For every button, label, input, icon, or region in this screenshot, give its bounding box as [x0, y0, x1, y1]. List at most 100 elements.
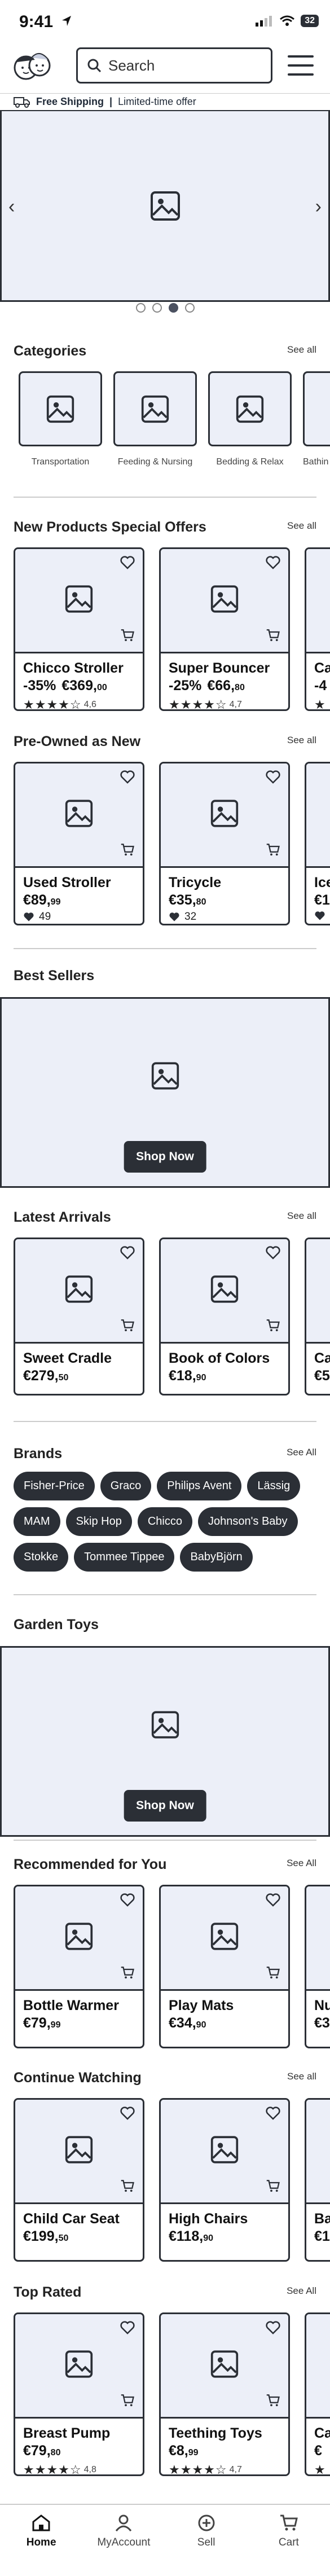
category-card[interactable]: [19, 371, 102, 446]
carousel-prev-button[interactable]: ‹: [8, 196, 15, 218]
product-name: Ca: [314, 660, 330, 676]
brand-chip[interactable]: Johnson's Baby: [197, 1507, 298, 1536]
star-rating-icon: ★★★★☆: [23, 2463, 82, 2476]
heart-icon[interactable]: [266, 1893, 280, 1907]
cellular-signal-icon: [256, 16, 272, 27]
price-main: €34,: [169, 2015, 196, 2031]
hero-carousel[interactable]: ‹ ›: [0, 111, 330, 302]
product-card[interactable]: Ca -4 ★: [305, 547, 330, 711]
add-to-cart-icon[interactable]: [120, 1966, 135, 1980]
add-to-cart-icon[interactable]: [120, 843, 135, 857]
add-to-cart-icon[interactable]: [120, 2179, 135, 2193]
see-all-link[interactable]: See All: [287, 1858, 316, 1869]
see-all-link[interactable]: See All: [287, 1447, 316, 1458]
carousel-next-button[interactable]: ›: [315, 196, 322, 218]
product-card[interactable]: Child Car Seat €199,50: [14, 2098, 144, 2262]
product-card[interactable]: Bottle Warmer €79,99: [14, 1885, 144, 2048]
category-card[interactable]: [208, 371, 292, 446]
heart-icon[interactable]: [120, 1246, 135, 1260]
section-title-recommended: Recommended for You: [14, 1857, 167, 1872]
search-input[interactable]: Search: [76, 47, 272, 84]
shop-now-button[interactable]: Shop Now: [124, 1790, 206, 1822]
location-arrow-icon: [62, 16, 71, 26]
add-to-cart-icon[interactable]: [120, 629, 135, 642]
image-placeholder-icon: [150, 191, 180, 221]
carousel-dot-active[interactable]: [168, 303, 178, 313]
product-card[interactable]: Used Stroller €89,99 49: [14, 762, 144, 925]
heart-filled-icon: [315, 911, 325, 920]
price-main: €18,: [169, 1368, 196, 1384]
product-card[interactable]: Super Bouncer -25% €66,80 ★★★★☆ 4,7: [159, 547, 290, 711]
product-card[interactable]: Chicco Stroller -35% €369,00 ★★★★☆ 4,6: [14, 547, 144, 711]
heart-icon[interactable]: [266, 2321, 280, 2334]
add-to-cart-icon[interactable]: [266, 2394, 280, 2407]
product-card[interactable]: Ice €1: [305, 762, 330, 925]
add-to-cart-icon[interactable]: [266, 1319, 280, 1332]
add-to-cart-icon[interactable]: [120, 1319, 135, 1332]
brand-chip[interactable]: BabyBjörn: [180, 1543, 253, 1572]
see-all-link[interactable]: See all: [287, 344, 316, 356]
see-all-link[interactable]: See all: [287, 2071, 316, 2082]
product-card[interactable]: Ca € ★: [305, 2312, 330, 2476]
tab-cart[interactable]: Cart: [248, 2505, 330, 2576]
product-card[interactable]: Teething Toys €8,99 ★★★★☆ 4,7: [159, 2312, 290, 2476]
heart-icon[interactable]: [266, 2107, 280, 2120]
heart-icon[interactable]: [266, 556, 280, 569]
price-main: €199,: [23, 2228, 59, 2244]
brand-logo-icon[interactable]: [12, 46, 52, 84]
brand-chip[interactable]: Stokke: [14, 1543, 69, 1572]
add-to-cart-icon[interactable]: [266, 1966, 280, 1980]
brand-chip[interactable]: Tommee Tippee: [74, 1543, 175, 1572]
product-price: €1: [314, 2228, 330, 2245]
product-card[interactable]: Sweet Cradle €279,50: [14, 1237, 144, 1395]
product-image: [15, 1239, 143, 1344]
see-all-link[interactable]: See all: [287, 735, 316, 746]
product-card[interactable]: Nu €3: [305, 1885, 330, 2048]
add-to-cart-icon[interactable]: [120, 2394, 135, 2407]
category-card[interactable]: [303, 371, 330, 446]
add-to-cart-icon[interactable]: [266, 2179, 280, 2193]
hamburger-menu-icon[interactable]: [288, 55, 314, 76]
shop-now-button[interactable]: Shop Now: [124, 1141, 206, 1173]
brand-chip[interactable]: Chicco: [137, 1507, 192, 1536]
add-to-cart-icon[interactable]: [266, 843, 280, 857]
product-card[interactable]: Breast Pump €79,80 ★★★★☆ 4,8: [14, 2312, 144, 2476]
tab-sell[interactable]: Sell: [165, 2505, 248, 2576]
tab-home[interactable]: Home: [0, 2505, 82, 2576]
see-all-link[interactable]: See all: [287, 520, 316, 532]
heart-icon[interactable]: [120, 1893, 135, 1907]
brand-chip[interactable]: Fisher-Price: [14, 1472, 95, 1500]
product-card[interactable]: Tricycle €35,80 32: [159, 762, 290, 925]
category-card[interactable]: [113, 371, 197, 446]
product-card[interactable]: Play Mats €34,90: [159, 1885, 290, 2048]
carousel-dot[interactable]: [184, 303, 195, 313]
carousel-dot[interactable]: [152, 303, 162, 313]
brand-chip[interactable]: Skip Hop: [65, 1507, 132, 1536]
brand-chip[interactable]: Graco: [100, 1472, 152, 1500]
brand-chip[interactable]: Lässig: [247, 1472, 301, 1500]
heart-icon[interactable]: [120, 770, 135, 784]
heart-icon[interactable]: [120, 2107, 135, 2120]
product-price: -4: [314, 678, 330, 694]
image-placeholder-icon: [210, 1275, 239, 1303]
promo-banner[interactable]: Shop Now: [0, 997, 330, 1188]
brand-chip[interactable]: Philips Avent: [157, 1472, 242, 1500]
heart-icon[interactable]: [120, 2321, 135, 2334]
product-card[interactable]: Book of Colors €18,90: [159, 1237, 290, 1395]
add-to-cart-icon[interactable]: [266, 629, 280, 642]
discount-label: -4: [314, 678, 327, 694]
product-card[interactable]: Ba €1: [305, 2098, 330, 2262]
heart-icon[interactable]: [120, 556, 135, 569]
product-card[interactable]: High Chairs €118,90: [159, 2098, 290, 2262]
product-card[interactable]: Ca €5: [305, 1237, 330, 1395]
carousel-dot[interactable]: [135, 303, 146, 313]
heart-icon[interactable]: [266, 1246, 280, 1260]
see-all-link[interactable]: See All: [287, 2285, 316, 2297]
promo-banner[interactable]: Shop Now: [0, 1646, 330, 1837]
see-all-link[interactable]: See all: [287, 1210, 316, 1222]
heart-icon[interactable]: [266, 770, 280, 784]
image-placeholder-icon: [210, 585, 239, 613]
brand-chip[interactable]: MAM: [14, 1507, 60, 1536]
price-cents: 90: [196, 1373, 206, 1383]
tab-myaccount[interactable]: MyAccount: [82, 2505, 165, 2576]
